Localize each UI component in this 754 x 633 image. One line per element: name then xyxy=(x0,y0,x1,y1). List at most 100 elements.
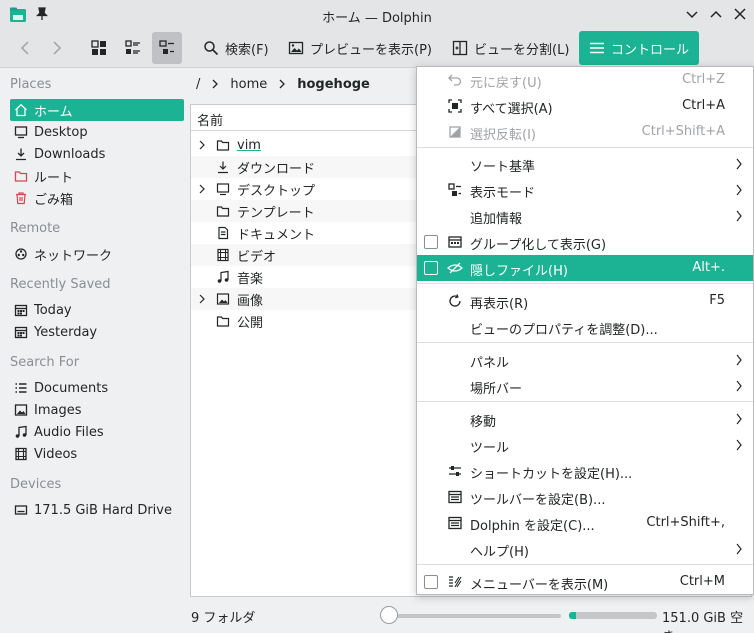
menu-item-label: ビューのプロパティを調整(D)... xyxy=(470,323,658,338)
search-button[interactable]: 検索(F) xyxy=(197,32,275,64)
menu-item-label: グループ化して表示(G) xyxy=(470,238,607,253)
sidebar-item-audio-files[interactable]: Audio Files xyxy=(10,421,184,443)
network-icon xyxy=(15,248,27,260)
reload-icon xyxy=(449,294,461,307)
menu-item-reload[interactable]: 再表示(R) F5 xyxy=(417,288,753,314)
calendar-icon xyxy=(14,304,28,317)
menu-item-view-mode[interactable]: 表示モード xyxy=(417,177,753,203)
menu-item-help[interactable]: ヘルプ(H) xyxy=(417,536,753,562)
sidebar-item-videos[interactable]: Videos xyxy=(10,443,184,465)
status-bar: 9 フォルダ 151.0 GiB 空き xyxy=(0,600,754,633)
main-toolbar: 検索(F) プレビューを表示(P) ビューを分割(L) コントロール xyxy=(0,30,754,68)
back-button[interactable] xyxy=(12,32,38,64)
places-heading: Places xyxy=(10,77,52,92)
preview-button[interactable]: プレビューを表示(P) xyxy=(282,32,438,64)
menu-item-configure-dolphin[interactable]: Dolphin を設定(C)... Ctrl+Shift+, xyxy=(417,510,753,536)
file-name: ダウンロード xyxy=(237,161,316,177)
expand-arrow-icon[interactable] xyxy=(198,140,206,150)
split-view-icon xyxy=(452,40,468,56)
hard-drive-icon xyxy=(14,505,28,515)
search-icon xyxy=(204,41,219,56)
sidebar-item-hard-drive[interactable]: 171.5 GiB Hard Drive xyxy=(10,499,184,521)
expand-arrow-icon[interactable] xyxy=(198,294,206,304)
sidebar-item-downloads[interactable]: Downloads xyxy=(10,143,184,165)
sidebar-item-label: Downloads xyxy=(34,146,106,162)
menu-item-configure-shortcuts[interactable]: ショートカットを設定(H)... xyxy=(417,458,753,484)
menu-item-label: 選択反転(I) xyxy=(470,128,536,143)
sidebar-item-documents[interactable]: Documents xyxy=(10,377,184,399)
forward-button[interactable] xyxy=(44,32,70,64)
free-space-label: 151.0 GiB 空き xyxy=(662,611,744,633)
zoom-slider-handle[interactable] xyxy=(380,606,398,624)
icons-view-button[interactable] xyxy=(84,32,114,64)
menu-item-show-in-groups[interactable]: グループ化して表示(G) xyxy=(417,229,753,255)
sidebar-item-images[interactable]: Images xyxy=(10,399,184,421)
sidebar-item-label: ごみ箱 xyxy=(34,192,74,208)
hidden-eye-icon xyxy=(447,262,463,274)
details-view-button[interactable] xyxy=(152,32,182,64)
maximize-icon[interactable] xyxy=(709,7,723,21)
breadcrumb-home[interactable]: home xyxy=(230,77,267,92)
menu-item-location-bar[interactable]: 場所バー xyxy=(417,373,753,399)
window-title: ホーム — Dolphin xyxy=(322,11,432,26)
submenu-arrow-icon xyxy=(736,184,742,196)
menu-separator xyxy=(417,147,753,148)
menu-item-label: Dolphin を設定(C)... xyxy=(470,519,595,534)
zoom-slider[interactable] xyxy=(383,614,561,618)
menu-item-shortcut: Ctrl+Shift+A xyxy=(641,124,725,139)
minimize-icon[interactable] xyxy=(685,7,699,21)
expand-arrow-icon[interactable] xyxy=(198,184,206,194)
menu-item-label: ソート基準 xyxy=(470,160,536,175)
view-mode-icon xyxy=(448,183,461,196)
arrow-left-icon xyxy=(20,41,29,55)
details-view-icon xyxy=(159,40,174,54)
close-icon[interactable] xyxy=(733,7,747,21)
file-name: 音楽 xyxy=(237,271,264,287)
compact-view-button[interactable] xyxy=(118,32,148,64)
menu-item-select-all[interactable]: すべて選択(A) Ctrl+A xyxy=(417,93,753,119)
menu-item-sort-by[interactable]: ソート基準 xyxy=(417,151,753,177)
sidebar-item-network[interactable]: ネットワーク xyxy=(10,243,184,265)
menu-separator xyxy=(417,401,753,402)
menu-item-show-menubar[interactable]: メニューバーを表示(M) Ctrl+M xyxy=(417,569,753,595)
hidden-files-checkbox[interactable] xyxy=(424,261,438,275)
menu-item-label: ツール xyxy=(470,441,510,456)
root-folder-icon xyxy=(14,171,28,182)
sidebar-item-label: Desktop xyxy=(34,124,88,140)
breadcrumb-root[interactable]: / xyxy=(196,77,200,92)
menu-item-hidden-files[interactable]: 隠しファイル(H) Alt+. xyxy=(417,255,753,281)
disk-space-fill xyxy=(569,612,577,619)
menu-item-configure-toolbars[interactable]: ツールバーを設定(B)... xyxy=(417,484,753,510)
breadcrumb-current[interactable]: hogehoge xyxy=(297,77,370,92)
file-name: ビデオ xyxy=(237,249,277,265)
group-calendar-icon xyxy=(448,236,462,248)
split-view-button[interactable]: ビューを分割(L) xyxy=(446,32,575,64)
download-icon xyxy=(218,161,228,174)
remote-heading: Remote xyxy=(10,221,61,236)
menu-item-invert-selection[interactable]: 選択反転(I) Ctrl+Shift+A xyxy=(417,119,753,145)
menu-item-go[interactable]: 移動 xyxy=(417,406,753,432)
sidebar-item-yesterday[interactable]: Yesterday xyxy=(10,321,184,343)
settings-icon xyxy=(448,516,462,530)
sidebar-item-desktop[interactable]: Desktop xyxy=(10,121,184,143)
document-list-icon xyxy=(15,383,27,393)
menu-item-undo[interactable]: 元に戻す(U) Ctrl+Z xyxy=(417,67,753,93)
sidebar-item-root[interactable]: ルート xyxy=(10,165,184,187)
menu-item-tools[interactable]: ツール xyxy=(417,432,753,458)
sidebar-item-label: Documents xyxy=(34,380,109,396)
music-note-icon xyxy=(217,270,229,283)
show-menubar-checkbox[interactable] xyxy=(424,575,438,589)
menu-item-additional-info[interactable]: 追加情報 xyxy=(417,203,753,229)
control-menu-button[interactable]: コントロール xyxy=(579,31,700,65)
sidebar-item-today[interactable]: Today xyxy=(10,299,184,321)
sidebar-item-label: Images xyxy=(34,402,82,418)
menu-item-label: 元に戻す(U) xyxy=(470,76,542,91)
film-icon xyxy=(217,248,229,262)
menu-item-panels[interactable]: パネル xyxy=(417,347,753,373)
show-in-groups-checkbox[interactable] xyxy=(424,235,438,249)
menu-item-label: 隠しファイル(H) xyxy=(470,264,568,279)
menu-item-view-properties[interactable]: ビューのプロパティを調整(D)... xyxy=(417,314,753,340)
sidebar-item-label: Audio Files xyxy=(34,424,104,440)
sidebar-item-trash[interactable]: ごみ箱 xyxy=(10,187,184,209)
sidebar-item-home[interactable]: ホーム xyxy=(10,99,184,121)
